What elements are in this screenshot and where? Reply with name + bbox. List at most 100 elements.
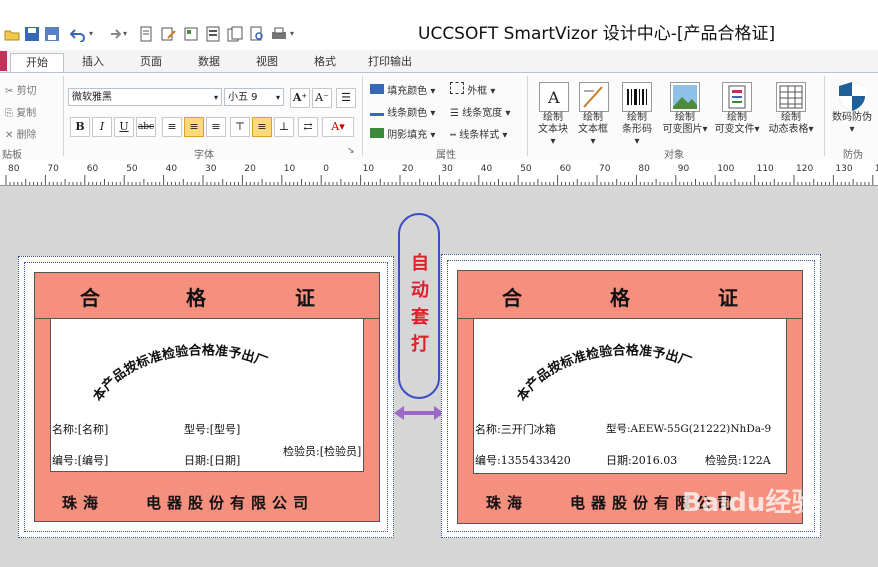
draw-variable-file-label: 绘制 可变文件▾ <box>714 112 760 135</box>
cut-button[interactable]: ✂ 剪切 <box>5 82 37 97</box>
file-menu-button[interactable] <box>0 51 7 71</box>
ruler-label: 20 <box>244 164 256 174</box>
align-left-icon[interactable]: ≡ <box>162 117 182 137</box>
ruler-label: 110 <box>757 164 774 174</box>
font-color-button[interactable]: A▾ <box>322 117 354 137</box>
horizontal-ruler: 80 70 60 50 40 30 20 10 0 10 20 30 40 50 60 70 80 90 100 11… <box>0 160 878 186</box>
list-icon[interactable]: ☰ <box>336 88 356 108</box>
callout-char: 套 <box>411 307 429 328</box>
draw-variable-image-button[interactable]: 绘制 可变图片▾ <box>662 82 708 136</box>
valign-middle-icon[interactable]: ≡ <box>252 117 272 137</box>
draw-barcode-button[interactable]: 绘制 条形码▾ <box>620 82 654 148</box>
line-style-icon: ┅ <box>450 130 457 141</box>
name-field: 名称:三开门冰箱 <box>475 423 556 436</box>
draw-textblock-button[interactable]: A 绘制 文本块▾ <box>536 82 570 148</box>
name-field: 名称:[名称] <box>52 423 109 436</box>
fill-color-button[interactable]: 填充颜色 ▾ <box>370 82 435 97</box>
draw-variable-file-label-1: 绘制 <box>727 112 747 123</box>
redo-icon[interactable] <box>105 26 122 42</box>
shrink-font-button[interactable]: A⁻ <box>312 88 332 108</box>
draw-dynamic-table-button[interactable]: 绘制 动态表格▾ <box>766 82 816 136</box>
text-direction-icon[interactable]: ⇄ <box>298 117 318 137</box>
card-divider <box>457 318 803 319</box>
align-right-icon[interactable]: ≡ <box>206 117 226 137</box>
ruler-label: 70 <box>599 164 611 174</box>
bold-button[interactable]: B <box>70 117 90 137</box>
window-title: UCCSOFT SmartVizor 设计中心-[产品合格证] <box>418 24 776 44</box>
delete-button[interactable]: ✕ 删除 <box>5 126 37 141</box>
inspector-field: 检验员:[检验员] <box>283 445 362 458</box>
redo-dropdown-icon[interactable]: ▾ <box>123 29 127 38</box>
font-group-label: 字体 <box>194 150 214 161</box>
draw-textblock-label: 绘制 文本块▾ <box>538 112 568 147</box>
tab-start[interactable]: 开始 <box>10 53 64 72</box>
draw-textbox-label-2: 文本框 <box>578 124 608 135</box>
ruler-label: 0 <box>323 164 329 174</box>
font-family-select[interactable]: 微软雅黑 ▾ <box>68 88 222 106</box>
quick-access-dropdown-icon[interactable]: ▾ <box>290 29 294 38</box>
strikethrough-button[interactable]: abc <box>136 117 156 137</box>
ribbon-separator <box>824 76 825 156</box>
watermark-brand: Baidu经验 <box>682 488 818 518</box>
layout-icon[interactable] <box>183 26 199 42</box>
tab-page[interactable]: 页面 <box>128 53 174 71</box>
tab-insert[interactable]: 插入 <box>70 53 116 71</box>
copy-page-icon[interactable] <box>227 26 243 42</box>
delete-label: 删除 <box>16 130 37 141</box>
underline-button[interactable]: U <box>114 117 134 137</box>
font-size-select[interactable]: 小五 9 ▾ <box>224 88 284 106</box>
shadow-fill-button[interactable]: 阴影填充 ▾ <box>370 126 435 141</box>
grow-font-button[interactable]: A⁺ <box>290 88 310 108</box>
ruler-label: 40 <box>166 164 178 174</box>
callout-char: 打 <box>411 334 429 355</box>
card-title-char: 合 <box>502 286 522 310</box>
valign-top-icon[interactable]: ⊤ <box>230 117 250 137</box>
line-style-button[interactable]: ┅ 线条样式 ▾ <box>450 126 507 141</box>
svg-text:本产品按标准检验合格准予出厂: 本产品按标准检验合格准予出厂 <box>90 342 269 404</box>
save-icon[interactable] <box>24 26 40 42</box>
tab-data[interactable]: 数据 <box>186 53 232 71</box>
textblock-icon: A <box>539 82 569 112</box>
undo-dropdown-icon[interactable]: ▾ <box>89 29 93 38</box>
italic-button[interactable]: I <box>92 117 112 137</box>
edit-icon[interactable] <box>160 26 176 42</box>
tab-print-output[interactable]: 打印输出 <box>362 53 418 71</box>
line-color-button[interactable]: 线条颜色 ▾ <box>370 104 435 119</box>
print-icon[interactable] <box>271 26 287 42</box>
print-preview-icon[interactable] <box>249 26 265 42</box>
new-page-icon[interactable] <box>138 26 154 42</box>
arc-statement: 本产品按标准检验合格准予出厂 <box>494 320 754 413</box>
anti-counterfeit-label: 数码防伪 ▾ <box>832 112 872 135</box>
ruler-label: 100 <box>717 164 734 174</box>
template-icon[interactable] <box>205 26 221 42</box>
draw-textbox-button[interactable]: 绘制 文本框▾ <box>576 82 610 148</box>
tab-view[interactable]: 视图 <box>244 53 290 71</box>
double-arrow-icon <box>394 405 444 424</box>
ruler-label: 30 <box>205 164 217 174</box>
dialog-launcher-icon[interactable]: ↘ <box>347 146 355 156</box>
ruler-label: 20 <box>402 164 414 174</box>
cut-label: 剪切 <box>16 86 37 97</box>
draw-variable-image-label-1: 绘制 <box>675 112 695 123</box>
anti-counterfeit-button[interactable]: 数码防伪 ▾ <box>830 80 874 136</box>
tab-format[interactable]: 格式 <box>302 53 348 71</box>
table-icon <box>776 82 806 112</box>
draw-variable-file-button[interactable]: 绘制 可变文件▾ <box>714 82 760 136</box>
arc-statement: 本产品按标准检验合格准予出厂 <box>70 320 330 413</box>
shadow-icon <box>370 128 384 138</box>
draw-barcode-label-1: 绘制 <box>627 112 647 123</box>
textbox-icon <box>579 82 609 112</box>
save-as-icon[interactable] <box>44 26 60 42</box>
line-width-button[interactable]: ☰ 线条宽度 ▾ <box>450 104 510 119</box>
anti-counterfeit-label-text: 数码防伪 <box>832 112 872 123</box>
border-icon <box>450 82 464 94</box>
properties-group-label: 属性 <box>436 150 456 161</box>
outer-border-button[interactable]: 外框 ▾ <box>450 82 495 97</box>
copy-button[interactable]: ⎘ 复制 <box>5 104 36 119</box>
open-icon[interactable] <box>4 26 20 42</box>
align-center-icon[interactable]: ≡ <box>184 117 204 137</box>
fill-bucket-icon <box>370 84 384 94</box>
valign-bottom-icon[interactable]: ⊥ <box>274 117 294 137</box>
svg-text:A: A <box>547 88 560 107</box>
undo-icon[interactable] <box>69 26 86 43</box>
